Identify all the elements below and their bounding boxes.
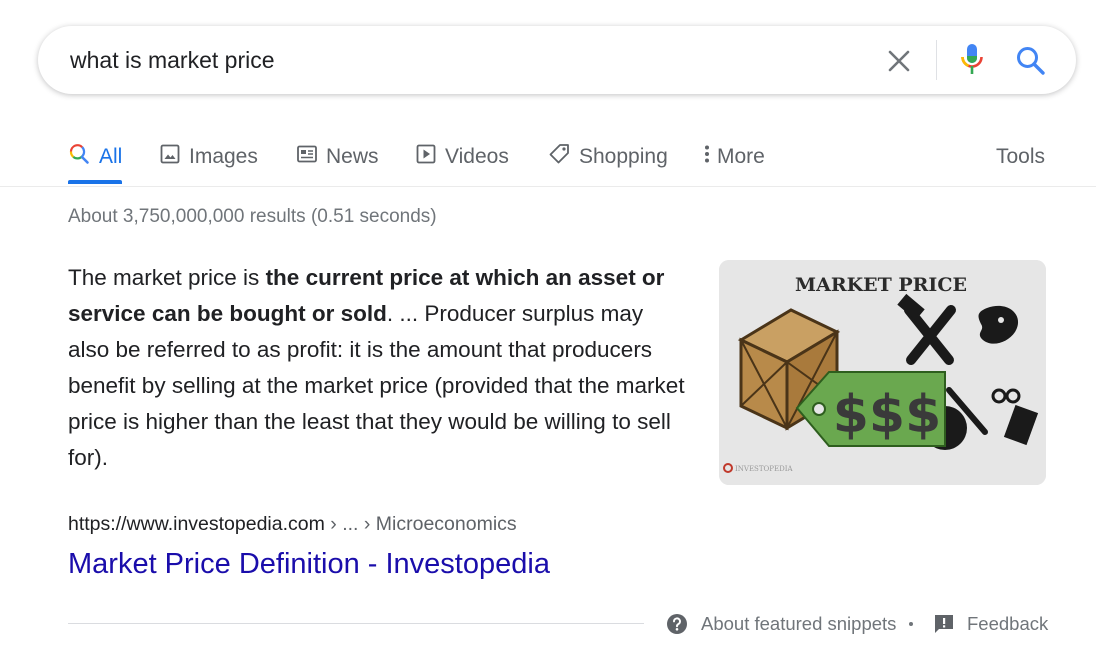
tag-icon: [548, 143, 570, 171]
tab-news[interactable]: News: [297, 140, 379, 174]
news-icon: [297, 145, 317, 169]
snippet-thumbnail[interactable]: MARKET PRICE $$$ INVESTOPEDIA: [719, 260, 1046, 485]
feedback-label: Feedback: [967, 613, 1049, 634]
illustration-logo: INVESTOPEDIA: [735, 465, 793, 473]
cite-breadcrumb: › ... › Microeconomics: [324, 513, 517, 535]
tab-all[interactable]: All: [68, 140, 122, 174]
price-tag-text: $$$: [833, 385, 942, 445]
more-vert-icon: [704, 144, 710, 170]
tab-videos-label: Videos: [445, 145, 509, 168]
featured-snippet-text: The market price is the current price at…: [68, 260, 688, 476]
active-tab-indicator: [68, 180, 122, 184]
search-input[interactable]: [70, 46, 830, 74]
voice-search-button[interactable]: [958, 42, 986, 78]
search-tabs: All Images News Videos Shopping More Too…: [0, 130, 1096, 186]
microphone-icon: [961, 44, 983, 74]
feedback-icon: [935, 615, 953, 633]
tab-more-label: More: [717, 145, 765, 168]
help-icon: [667, 614, 687, 634]
tools-button[interactable]: Tools: [996, 140, 1045, 174]
result-title-link[interactable]: Market Price Definition - Investopedia: [68, 548, 550, 581]
feedback-link[interactable]: Feedback: [934, 611, 1048, 637]
play-icon: [416, 144, 436, 170]
image-icon: [160, 144, 180, 170]
tab-videos[interactable]: Videos: [416, 140, 509, 174]
tab-images[interactable]: Images: [160, 140, 258, 174]
search-button[interactable]: [1014, 44, 1048, 78]
snippet-suffix: . ... Producer surplus may also be refer…: [68, 301, 685, 470]
tab-shopping-label: Shopping: [579, 145, 668, 168]
tab-images-label: Images: [189, 145, 258, 168]
result-cite: https://www.investopedia.com › ... › Mic…: [68, 513, 517, 536]
illustration-title: MARKET PRICE: [795, 274, 967, 296]
price-tag-icon: $$$: [795, 371, 946, 447]
tools-label: Tools: [996, 145, 1046, 168]
clear-button[interactable]: [884, 46, 914, 76]
about-snippets-label: About featured snippets: [701, 613, 897, 634]
market-price-illustration: MARKET PRICE $$$ INVESTOPEDIA: [719, 260, 1046, 485]
search-icon: [68, 143, 90, 171]
result-stats: About 3,750,000,000 results (0.51 second…: [68, 206, 437, 227]
search-box-divider: [936, 40, 937, 80]
footer-separator: [909, 622, 913, 626]
close-icon: [888, 50, 910, 72]
about-featured-snippets-link[interactable]: About featured snippets: [666, 611, 896, 637]
search-icon: [1017, 47, 1045, 75]
tab-shopping[interactable]: Shopping: [548, 140, 668, 174]
snippet-divider: [68, 623, 644, 624]
snippet-prefix: The market price is: [68, 265, 266, 290]
tab-news-label: News: [326, 145, 379, 168]
tabs-divider: [0, 186, 1096, 187]
cite-url: https://www.investopedia.com: [68, 513, 325, 535]
search-box: [38, 26, 1076, 94]
tab-all-label: All: [99, 145, 123, 168]
tab-more[interactable]: More: [704, 140, 765, 174]
